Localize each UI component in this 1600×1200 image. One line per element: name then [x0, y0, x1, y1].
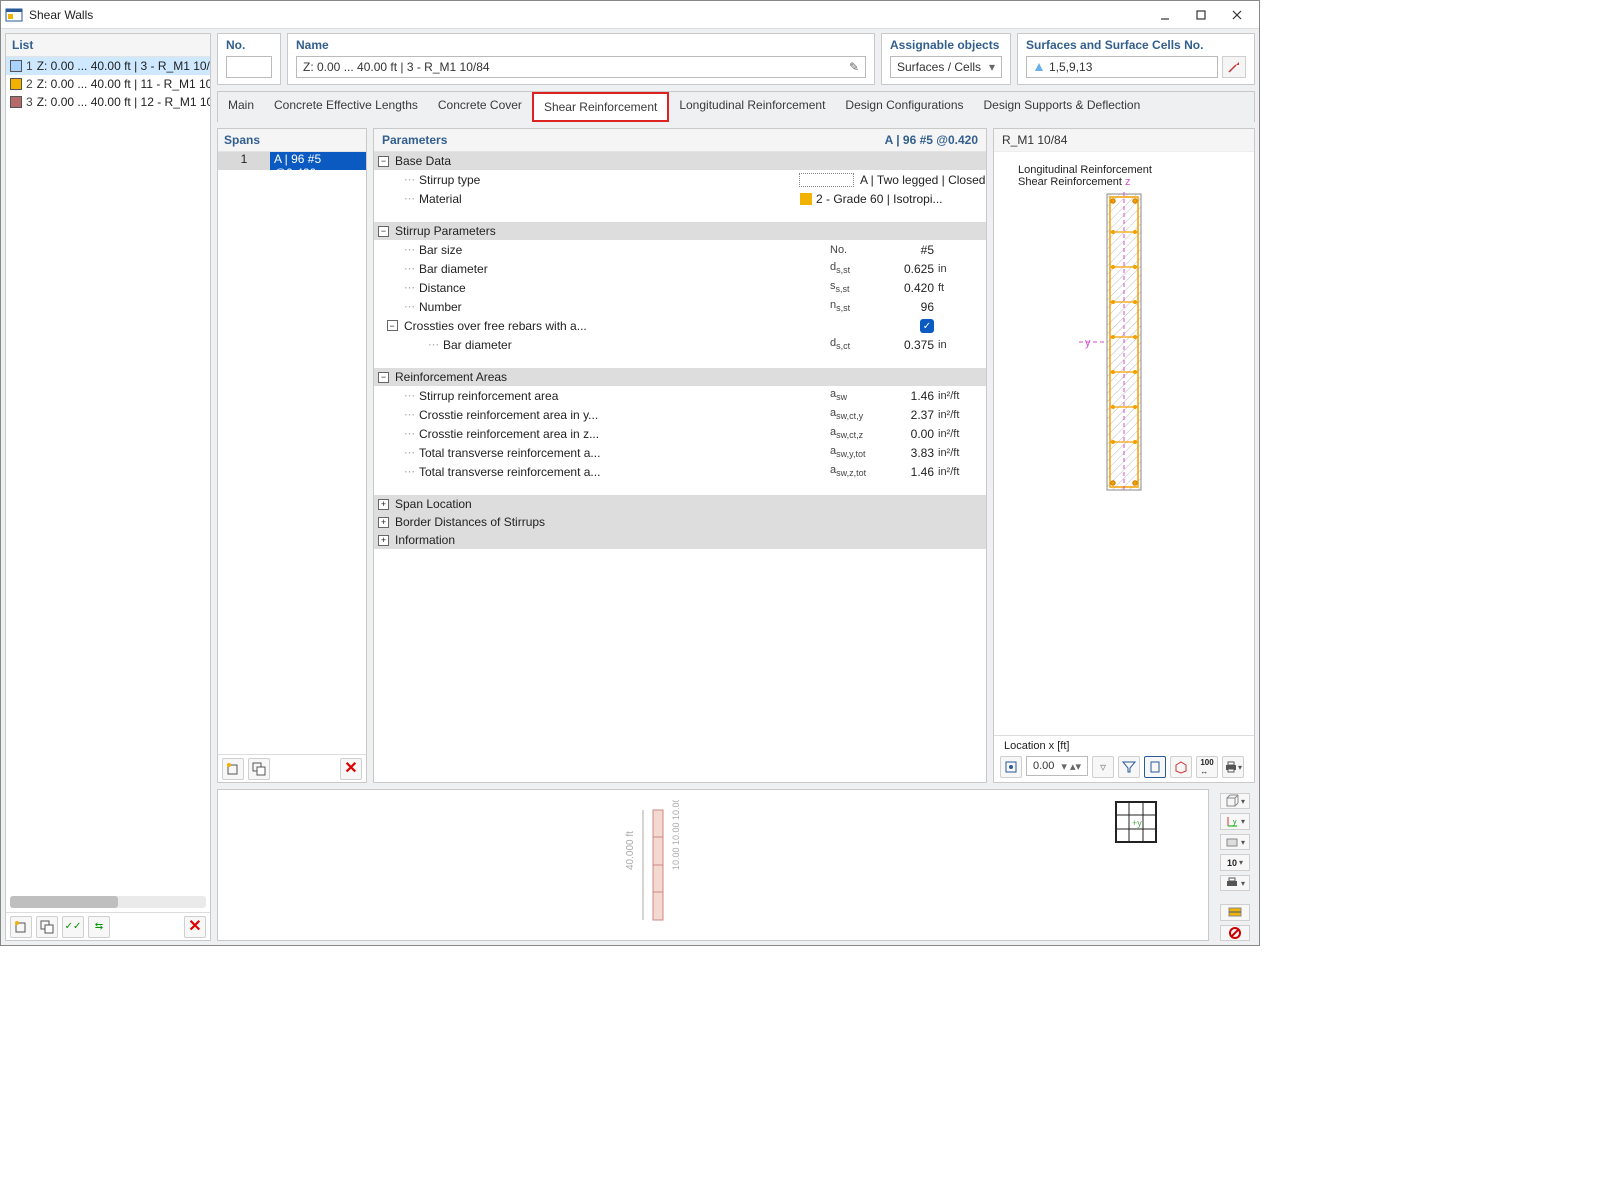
svg-text:y: y — [1233, 819, 1237, 826]
assignable-label: Assignable objects — [890, 38, 1002, 52]
axes-button[interactable]: y▾ — [1220, 813, 1250, 829]
collapse-icon[interactable]: − — [378, 156, 389, 167]
collapse-icon[interactable]: − — [387, 320, 398, 331]
tab-main[interactable]: Main — [218, 92, 264, 122]
list-panel: List 1 Z: 0.00 ... 40.00 ft | 3 - R_M1 1… — [5, 33, 211, 941]
surfaces-input[interactable]: 1,5,9,13 — [1026, 56, 1218, 78]
delete-item-button[interactable]: ✕ — [184, 916, 206, 938]
tab-design-config[interactable]: Design Configurations — [835, 92, 973, 122]
preview-title: R_M1 10/84 — [994, 129, 1254, 152]
edit-icon[interactable]: ✎ — [849, 60, 859, 74]
copy-item-button[interactable] — [36, 916, 58, 938]
view-cube-button[interactable]: ▾ — [1220, 793, 1250, 809]
bar-diameter-value[interactable]: 0.625 — [878, 262, 938, 276]
ct-bar-diameter-value[interactable]: 0.375 — [878, 338, 938, 352]
check-button[interactable]: ✓✓ — [62, 916, 84, 938]
expand-icon[interactable]: + — [378, 499, 389, 510]
iso-view-button[interactable] — [1170, 756, 1192, 778]
spans-header: Spans — [218, 129, 366, 152]
grid-icon: +y — [1114, 800, 1158, 844]
tab-longitudinal-reinforcement[interactable]: Longitudinal Reinforcement — [669, 92, 835, 122]
material-dropdown[interactable]: 2 - Grade 60 | Isotropi... — [816, 192, 986, 206]
parameters-subtitle: A | 96 #5 @0.420 — [885, 133, 978, 147]
tab-shear-reinforcement[interactable]: Shear Reinforcement — [532, 92, 669, 122]
app-icon — [5, 6, 23, 24]
style-button[interactable] — [1220, 904, 1250, 920]
list-header: List — [6, 34, 210, 57]
section-view-button[interactable] — [1144, 756, 1166, 778]
collapse-icon[interactable]: − — [378, 372, 389, 383]
swap-button[interactable]: ⇆ — [88, 916, 110, 938]
svg-text:y: y — [1085, 337, 1091, 349]
scale-button[interactable]: 10▾ — [1220, 854, 1250, 870]
horizontal-scrollbar[interactable] — [10, 896, 206, 908]
print-button[interactable]: ▾ — [1222, 756, 1244, 778]
list-body[interactable]: 1 Z: 0.00 ... 40.00 ft | 3 - R_M1 10/84 … — [6, 57, 210, 892]
tab-design-supports[interactable]: Design Supports & Deflection — [974, 92, 1151, 122]
collapse-icon[interactable]: − — [378, 226, 389, 237]
color-swatch — [10, 78, 22, 90]
location-spinner[interactable]: 0.00▾ ▴▾ — [1026, 756, 1088, 776]
bar-size-value[interactable]: #5 — [878, 243, 938, 257]
name-label: Name — [296, 38, 866, 52]
funnel-button[interactable] — [1118, 756, 1140, 778]
span-delete-button[interactable]: ✕ — [340, 758, 362, 780]
span-new-button[interactable] — [222, 758, 244, 780]
location-label: Location x [ft] — [1004, 740, 1248, 752]
stirrup-type-dropdown[interactable] — [799, 173, 854, 187]
parameters-panel: Parameters A | 96 #5 @0.420 −Base Data ⋯… — [373, 128, 987, 783]
title-bar: Shear Walls — [1, 1, 1259, 29]
legend-longitudinal: Longitudinal Reinforcement — [1018, 164, 1152, 176]
color-swatch — [10, 96, 22, 108]
svg-text:10.00 10.00 10.00 10.00 ft: 10.00 10.00 10.00 10.00 ft — [671, 800, 681, 870]
preview-settings-button[interactable] — [1000, 756, 1022, 778]
color-swatch — [10, 60, 22, 72]
render-button[interactable]: ▾ — [1220, 834, 1250, 850]
svg-text:40.000 ft: 40.000 ft — [625, 831, 636, 870]
section-preview: y — [1079, 192, 1169, 492]
dimension-button[interactable]: 100↔ — [1196, 756, 1218, 778]
span-row[interactable]: 1 A | 96 #5 @0.420 — [218, 152, 366, 170]
crossties-checkbox[interactable] — [920, 319, 934, 333]
legend-shear: Shear Reinforcement — [1018, 176, 1122, 188]
surface-icon — [1033, 61, 1045, 73]
maximize-button[interactable] — [1183, 3, 1219, 27]
close-button[interactable] — [1219, 3, 1255, 27]
parameters-title: Parameters — [382, 133, 447, 147]
svg-text:+y: +y — [1132, 818, 1142, 828]
number-value[interactable]: 96 — [878, 300, 938, 314]
expand-icon[interactable]: + — [378, 535, 389, 546]
no-label: No. — [226, 38, 272, 52]
cancel-button[interactable] — [1220, 925, 1250, 941]
material-swatch — [800, 193, 812, 205]
no-input[interactable] — [226, 56, 272, 78]
new-item-button[interactable] — [10, 916, 32, 938]
list-item[interactable]: 1 Z: 0.00 ... 40.00 ft | 3 - R_M1 10/84 — [6, 57, 210, 75]
span-copy-button[interactable] — [248, 758, 270, 780]
tab-effective-lengths[interactable]: Concrete Effective Lengths — [264, 92, 428, 122]
window-title: Shear Walls — [29, 8, 93, 22]
z-axis-label: z — [1125, 176, 1131, 188]
list-item[interactable]: 3 Z: 0.00 ... 40.00 ft | 12 - R_M1 10/15 — [6, 93, 210, 111]
surfaces-label: Surfaces and Surface Cells No. — [1026, 38, 1246, 52]
tab-concrete-cover[interactable]: Concrete Cover — [428, 92, 532, 122]
expand-icon[interactable]: + — [378, 517, 389, 528]
list-item[interactable]: 2 Z: 0.00 ... 40.00 ft | 11 - R_M1 10/84 — [6, 75, 210, 93]
elevation-preview: 40.000 ft 10.00 10.00 10.00 10.00 ft +y — [217, 789, 1209, 941]
assignable-select[interactable]: Surfaces / Cells — [890, 56, 1002, 78]
distance-value[interactable]: 0.420 — [878, 281, 938, 295]
filter-button[interactable]: ▿ — [1092, 756, 1114, 778]
name-input[interactable]: Z: 0.00 ... 40.00 ft | 3 - R_M1 10/84 ✎ — [296, 56, 866, 78]
pick-surfaces-button[interactable] — [1222, 56, 1246, 78]
print-footer-button[interactable]: ▾ — [1220, 875, 1250, 891]
minimize-button[interactable] — [1147, 3, 1183, 27]
tab-bar: Main Concrete Effective Lengths Concrete… — [217, 91, 1255, 122]
